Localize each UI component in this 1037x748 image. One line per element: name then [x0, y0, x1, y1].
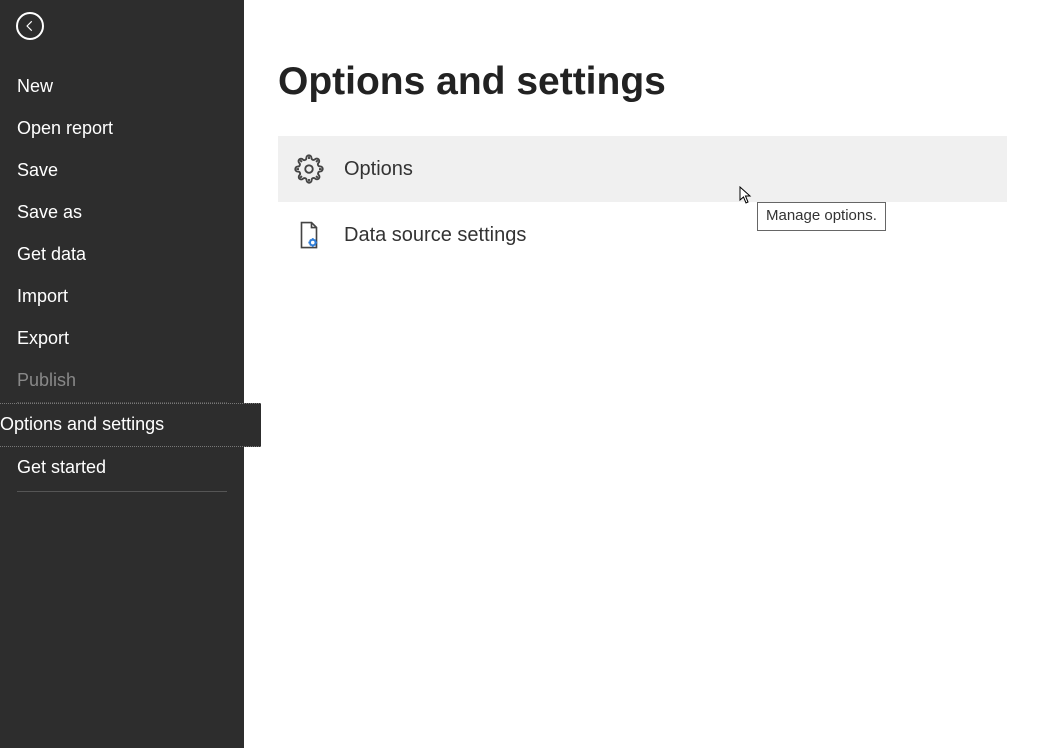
sidebar-item-get-started[interactable]: Get started [0, 447, 244, 489]
sidebar: New Open report Save Save as Get data Im… [0, 0, 244, 748]
sidebar-separator-bottom [17, 491, 227, 492]
tooltip: Manage options. [757, 202, 886, 231]
sidebar-item-get-data[interactable]: Get data [0, 234, 244, 276]
option-label-options: Options [344, 158, 413, 181]
sidebar-item-import[interactable]: Import [0, 276, 244, 318]
option-label-data-source-settings: Data source settings [344, 224, 526, 247]
sidebar-item-save[interactable]: Save [0, 150, 244, 192]
option-item-options[interactable]: Options [278, 136, 1007, 202]
back-button[interactable] [16, 12, 44, 40]
sidebar-item-options-and-settings[interactable]: Options and settings [0, 403, 261, 447]
document-gear-icon [294, 220, 324, 250]
gear-icon [294, 154, 324, 184]
sidebar-item-publish: Publish [0, 360, 244, 402]
sidebar-item-open-report[interactable]: Open report [0, 108, 244, 150]
sidebar-item-new[interactable]: New [0, 66, 244, 108]
page-title: Options and settings [278, 60, 1007, 104]
sidebar-item-save-as[interactable]: Save as [0, 192, 244, 234]
sidebar-item-export[interactable]: Export [0, 318, 244, 360]
main-panel: Options and settings Options Data source… [244, 0, 1037, 748]
back-arrow-icon [23, 19, 37, 33]
option-item-data-source-settings[interactable]: Data source settings [278, 202, 1007, 268]
